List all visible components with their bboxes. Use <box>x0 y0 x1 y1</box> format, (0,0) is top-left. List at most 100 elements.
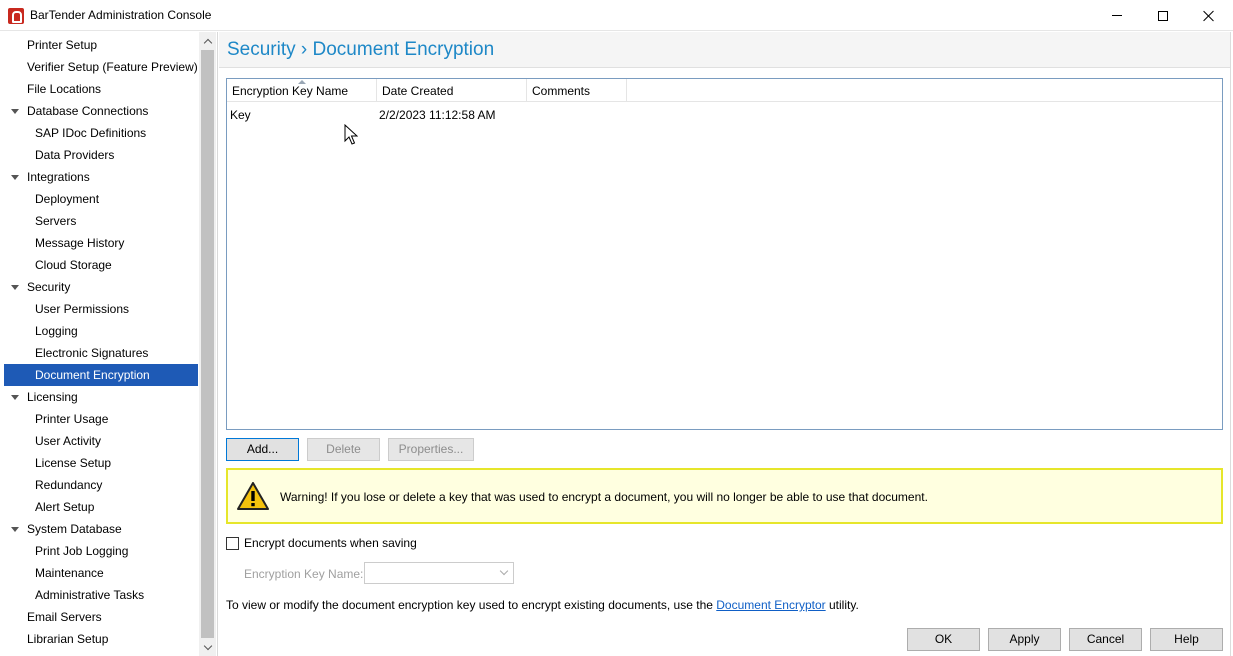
sidebar-item-cloud-storage[interactable]: Cloud Storage <box>4 254 198 276</box>
sidebar-item-electronic-signatures[interactable]: Electronic Signatures <box>4 342 198 364</box>
sidebar-item-label: Maintenance <box>35 566 104 580</box>
column-header-label: Date Created <box>382 84 454 98</box>
sidebar-item-email-servers[interactable]: Email Servers <box>4 606 198 628</box>
close-icon <box>1203 10 1215 22</box>
bartender-app-icon <box>8 8 24 24</box>
sidebar-item-servers[interactable]: Servers <box>4 210 198 232</box>
sidebar-item-label: Cloud Storage <box>35 258 112 272</box>
encryption-key-name-dropdown[interactable] <box>364 562 514 584</box>
sidebar-item-administrative-tasks[interactable]: Administrative Tasks <box>4 584 198 606</box>
document-encryptor-link[interactable]: Document Encryptor <box>716 598 825 612</box>
encryption-keys-table[interactable]: Encryption Key Name Date Created Comment… <box>226 78 1223 430</box>
maximize-icon <box>1158 10 1168 21</box>
info-prefix: To view or modify the document encryptio… <box>226 598 717 612</box>
sidebar-item-file-locations[interactable]: File Locations <box>4 78 198 100</box>
add-key-button[interactable]: Add... <box>226 438 299 461</box>
ok-button[interactable]: OK <box>907 628 980 651</box>
column-header-key-name[interactable]: Encryption Key Name <box>227 79 377 102</box>
sidebar-item-label: Security <box>27 280 71 294</box>
table-row[interactable]: Key 2/2/2023 11:12:58 AM <box>227 105 1222 125</box>
navigation-sidebar: Printer Setup Verifier Setup (Feature Pre… <box>0 32 218 656</box>
column-header-date-created[interactable]: Date Created <box>377 79 527 102</box>
sidebar-item-label: Document Encryption <box>35 368 150 382</box>
delete-key-button[interactable]: Delete <box>307 438 380 461</box>
expand-arrow-icon[interactable] <box>11 175 19 180</box>
sidebar-item-print-job-logging[interactable]: Print Job Logging <box>4 540 198 562</box>
sidebar-item-document-encryption[interactable]: Document Encryption <box>4 364 198 386</box>
chevron-up-icon <box>203 38 212 47</box>
sidebar-item-label: Redundancy <box>35 478 103 492</box>
minimize-icon <box>1112 15 1122 16</box>
sidebar-item-printer-usage[interactable]: Printer Usage <box>4 408 198 430</box>
sidebar-item-librarian-setup[interactable]: Librarian Setup <box>4 628 198 650</box>
info-suffix: utility. <box>825 598 859 612</box>
scrollbar-thumb[interactable] <box>201 50 214 638</box>
sidebar-item-label: Printer Usage <box>35 412 109 426</box>
table-header: Encryption Key Name Date Created Comment… <box>227 79 1222 102</box>
column-header-label: Comments <box>532 84 591 98</box>
cell-date-created: 2/2/2023 11:12:58 AM <box>379 108 496 122</box>
sidebar-item-label: Electronic Signatures <box>35 346 149 360</box>
sidebar-item-data-providers[interactable]: Data Providers <box>4 144 198 166</box>
main-border <box>1230 32 1231 656</box>
sidebar-item-label: Licensing <box>27 390 78 404</box>
sidebar-item-message-history[interactable]: Message History <box>4 232 198 254</box>
close-button[interactable] <box>1186 0 1232 31</box>
sidebar-item-label: Email Servers <box>27 610 102 624</box>
sidebar-scrollbar[interactable] <box>199 32 216 656</box>
sidebar-item-user-activity[interactable]: User Activity <box>4 430 198 452</box>
expand-arrow-icon[interactable] <box>11 285 19 290</box>
warning-text: Warning! If you lose or delete a key tha… <box>280 490 928 504</box>
page-title: Security › Document Encryption <box>227 39 495 60</box>
window-title: BarTender Administration Console <box>30 8 212 22</box>
sidebar-item-security[interactable]: Security <box>4 276 198 298</box>
sidebar-item-deployment[interactable]: Deployment <box>4 188 198 210</box>
sidebar-item-system-database[interactable]: System Database <box>4 518 198 540</box>
sidebar-item-label: Verifier Setup (Feature Preview) <box>27 60 198 74</box>
expand-arrow-icon[interactable] <box>11 395 19 400</box>
encrypt-on-save-label[interactable]: Encrypt documents when saving <box>244 536 417 550</box>
sidebar-item-maintenance[interactable]: Maintenance <box>4 562 198 584</box>
sidebar-item-verifier-setup-feature-preview[interactable]: Verifier Setup (Feature Preview) <box>4 56 198 78</box>
key-properties-button[interactable]: Properties... <box>388 438 474 461</box>
warning-icon <box>237 482 269 510</box>
minimize-button[interactable] <box>1094 0 1140 31</box>
maximize-button[interactable] <box>1140 0 1186 31</box>
sidebar-item-label: Logging <box>35 324 78 338</box>
sidebar-item-label: Message History <box>35 236 125 250</box>
cancel-button[interactable]: Cancel <box>1069 628 1142 651</box>
expand-arrow-icon[interactable] <box>11 109 19 114</box>
sidebar-item-label: Database Connections <box>27 104 149 118</box>
sidebar-item-label: System Database <box>27 522 122 536</box>
expand-arrow-icon[interactable] <box>11 527 19 532</box>
sidebar-item-sap-idoc-definitions[interactable]: SAP IDoc Definitions <box>4 122 198 144</box>
scroll-up-button[interactable] <box>199 32 216 49</box>
cell-key-name: Key <box>230 108 251 122</box>
apply-button[interactable]: Apply <box>988 628 1061 651</box>
sidebar-item-label: User Activity <box>35 434 102 448</box>
sidebar-item-label: Print Job Logging <box>35 544 129 558</box>
sidebar-item-label: Deployment <box>35 192 100 206</box>
warning-banner: Warning! If you lose or delete a key tha… <box>226 468 1223 524</box>
encrypt-on-save-checkbox[interactable] <box>226 537 239 550</box>
sidebar-item-label: User Permissions <box>35 302 130 316</box>
encryptor-info-text: To view or modify the document encryptio… <box>226 598 859 612</box>
chevron-down-icon <box>499 566 509 576</box>
sidebar-item-alert-setup[interactable]: Alert Setup <box>4 496 198 518</box>
sidebar-item-label: Librarian Setup <box>27 632 109 646</box>
column-header-comments[interactable]: Comments <box>527 79 627 102</box>
sidebar-item-license-setup[interactable]: License Setup <box>4 452 198 474</box>
sidebar-item-logging[interactable]: Logging <box>4 320 198 342</box>
sidebar-item-licensing[interactable]: Licensing <box>4 386 198 408</box>
scroll-down-button[interactable] <box>199 639 216 656</box>
sidebar-item-printer-setup[interactable]: Printer Setup <box>4 34 198 56</box>
sidebar-item-user-permissions[interactable]: User Permissions <box>4 298 198 320</box>
chevron-down-icon <box>203 641 212 650</box>
help-button[interactable]: Help <box>1150 628 1223 651</box>
sidebar-item-database-connections[interactable]: Database Connections <box>4 100 198 122</box>
title-bar: BarTender Administration Console <box>0 0 1233 31</box>
mouse-cursor-icon <box>344 124 358 145</box>
sidebar-item-integrations[interactable]: Integrations <box>4 166 198 188</box>
sidebar-item-label: Data Providers <box>35 148 115 162</box>
sidebar-item-redundancy[interactable]: Redundancy <box>4 474 198 496</box>
